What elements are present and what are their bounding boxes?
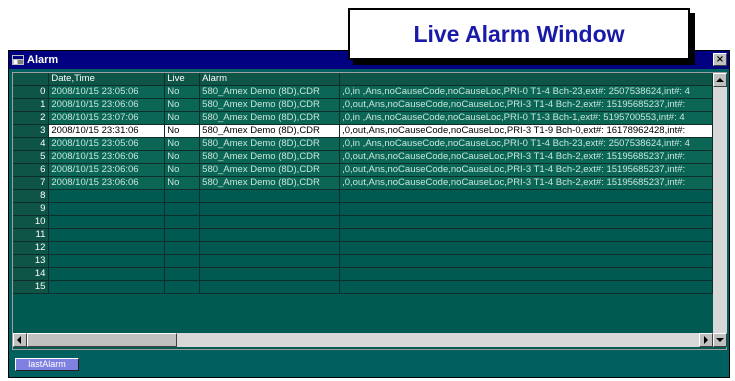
empty-row[interactable]: 10 [13, 215, 713, 229]
table-row[interactable]: 7 2008/10/15 23:06:06 No 580_Amex Demo (… [13, 176, 713, 190]
cell-live: No [164, 137, 201, 151]
close-button[interactable]: × [713, 53, 727, 66]
cell-details: ,0,in ,Ans,noCauseCode,noCauseLoc,PRI-0 … [339, 85, 713, 99]
callout-label: Live Alarm Window [413, 20, 625, 47]
empty-row[interactable]: 9 [13, 202, 713, 216]
cell-alarm: 580_Amex Demo (8D),CDR [199, 176, 341, 190]
cell-alarm: 580_Amex Demo (8D),CDR [199, 137, 341, 151]
cell-alarm: 580_Amex Demo (8D),CDR [199, 163, 341, 177]
alarm-table: Date,Time Live Alarm 0 2008/10/15 23:05:… [13, 73, 713, 294]
row-number: 1 [13, 98, 50, 112]
cell-live: No [164, 124, 201, 138]
table-row[interactable]: 6 2008/10/15 23:06:06 No 580_Amex Demo (… [13, 163, 713, 177]
row-number: 7 [13, 176, 50, 190]
row-number: 6 [13, 163, 50, 177]
row-number: 12 [13, 241, 50, 255]
row-number: 2 [13, 111, 50, 125]
cell-datetime: 2008/10/15 23:06:06 [48, 98, 166, 112]
cell-datetime: 2008/10/15 23:31:06 [48, 124, 166, 138]
empty-row[interactable]: 15 [13, 280, 713, 294]
scroll-left-button[interactable] [13, 333, 27, 347]
cell-alarm: 580_Amex Demo (8D),CDR [199, 98, 341, 112]
last-alarm-button[interactable]: lastAlarm [15, 358, 79, 371]
cell-alarm: 580_Amex Demo (8D),CDR [199, 124, 341, 138]
cell-alarm: 580_Amex Demo (8D),CDR [199, 150, 341, 164]
row-number: 4 [13, 137, 50, 151]
cell-datetime: 2008/10/15 23:06:06 [48, 163, 166, 177]
cell-details: ,0,out,Ans,noCauseCode,noCauseLoc,PRI-3 … [339, 176, 713, 190]
cell-live: No [164, 176, 201, 190]
row-number: 8 [13, 189, 50, 203]
empty-row[interactable]: 14 [13, 267, 713, 281]
cell-datetime: 2008/10/15 23:07:06 [48, 111, 166, 125]
scroll-right-button[interactable] [699, 333, 713, 347]
header-row: Date,Time Live Alarm [13, 73, 713, 86]
cell-live: No [164, 150, 201, 164]
corner-header [13, 73, 50, 86]
live-alarm-window-callout: Live Alarm Window [348, 8, 690, 60]
horizontal-scroll-thumb[interactable] [27, 333, 177, 347]
cell-details: ,0,in ,Ans,noCauseCode,noCauseLoc,PRI-0 … [339, 111, 713, 125]
app-icon [12, 55, 24, 65]
empty-row[interactable]: 8 [13, 189, 713, 203]
cell-datetime: 2008/10/15 23:06:06 [48, 150, 166, 164]
vertical-scrollbar[interactable] [713, 73, 727, 333]
client-area: Date,Time Live Alarm 0 2008/10/15 23:05:… [9, 69, 729, 377]
table-row-selected[interactable]: 3 2008/10/15 23:31:06 No 580_Amex Demo (… [13, 124, 713, 138]
table-row[interactable]: 5 2008/10/15 23:06:06 No 580_Amex Demo (… [13, 150, 713, 164]
table-row[interactable]: 1 2008/10/15 23:06:06 No 580_Amex Demo (… [13, 98, 713, 112]
scroll-up-button[interactable] [713, 73, 727, 87]
cell-datetime: 2008/10/15 23:05:06 [48, 85, 166, 99]
cell-alarm: 580_Amex Demo (8D),CDR [199, 85, 341, 99]
cell-details: ,0,out,Ans,noCauseCode,noCauseLoc,PRI-3 … [339, 124, 713, 138]
arrow-up-icon [716, 78, 724, 82]
row-number: 0 [13, 85, 50, 99]
column-header-alarm[interactable]: Alarm [199, 73, 341, 86]
row-number: 5 [13, 150, 50, 164]
grid-viewport[interactable]: Date,Time Live Alarm 0 2008/10/15 23:05:… [13, 73, 713, 333]
table-row[interactable]: 0 2008/10/15 23:05:06 No 580_Amex Demo (… [13, 85, 713, 99]
cell-live: No [164, 85, 201, 99]
arrow-left-icon [17, 336, 21, 344]
row-number: 13 [13, 254, 50, 268]
table-row[interactable]: 2 2008/10/15 23:07:06 No 580_Amex Demo (… [13, 111, 713, 125]
arrow-down-icon [716, 338, 724, 342]
row-number: 14 [13, 267, 50, 281]
cell-details: ,0,out,Ans,noCauseCode,noCauseLoc,PRI-3 … [339, 98, 713, 112]
cell-alarm: 580_Amex Demo (8D),CDR [199, 111, 341, 125]
row-number: 3 [13, 124, 50, 138]
window-title: Alarm [27, 54, 59, 66]
alarm-grid: Date,Time Live Alarm 0 2008/10/15 23:05:… [12, 72, 727, 350]
cell-live: No [164, 98, 201, 112]
row-number: 15 [13, 280, 50, 294]
cell-live: No [164, 163, 201, 177]
table-row[interactable]: 4 2008/10/15 23:05:06 No 580_Amex Demo (… [13, 137, 713, 151]
column-header-live[interactable]: Live [164, 73, 201, 86]
cell-datetime: 2008/10/15 23:06:06 [48, 176, 166, 190]
arrow-right-icon [704, 336, 708, 344]
alarm-window: Alarm × Date,Time Live Alarm 0 2008/10/1… [8, 50, 730, 378]
empty-row[interactable]: 11 [13, 228, 713, 242]
cell-details: ,0,out,Ans,noCauseCode,noCauseLoc,PRI-3 … [339, 163, 713, 177]
cell-datetime: 2008/10/15 23:05:06 [48, 137, 166, 151]
horizontal-scrollbar[interactable] [13, 333, 713, 347]
empty-row[interactable]: 13 [13, 254, 713, 268]
cell-details: ,0,in ,Ans,noCauseCode,noCauseLoc,PRI-0 … [339, 137, 713, 151]
column-header-datetime[interactable]: Date,Time [48, 73, 166, 86]
scrollbar-corner [713, 333, 727, 347]
row-number: 9 [13, 202, 50, 216]
scroll-down-button[interactable] [713, 333, 727, 347]
cell-live: No [164, 111, 201, 125]
row-number: 10 [13, 215, 50, 229]
cell-details: ,0,out,Ans,noCauseCode,noCauseLoc,PRI-3 … [339, 150, 713, 164]
close-icon: × [715, 54, 725, 65]
column-header-details[interactable] [339, 73, 713, 86]
row-number: 11 [13, 228, 50, 242]
empty-row[interactable]: 12 [13, 241, 713, 255]
